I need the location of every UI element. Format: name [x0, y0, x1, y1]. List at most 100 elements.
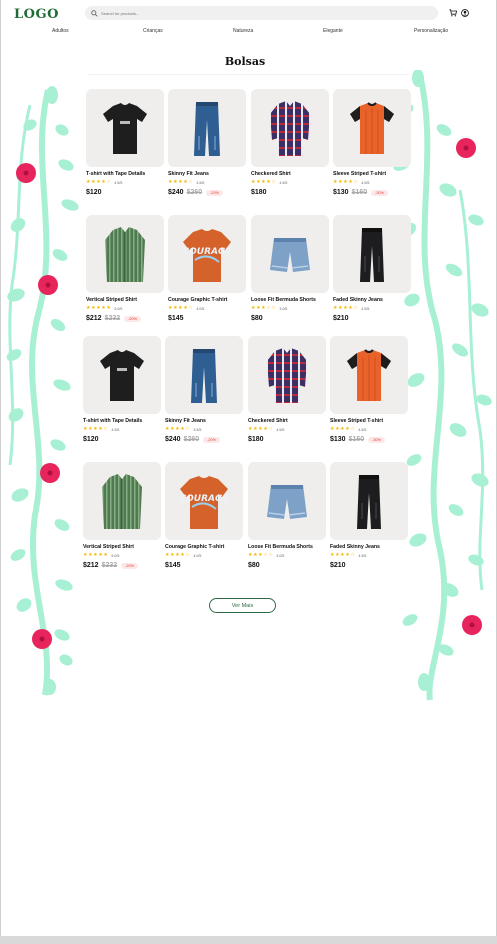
product-rating: ★★★★★ 5.0/5 — [86, 306, 164, 311]
product-name[interactable]: Faded Skinny Jeans — [330, 544, 408, 550]
product-prices: $210 — [330, 561, 408, 570]
product-prices: $120 — [83, 435, 161, 444]
star-rating-icon: ★★★★☆ — [83, 426, 109, 432]
product-card[interactable]: Vertical Striped Shirt ★★★★★ 5.0/5 $212 $2… — [86, 215, 164, 323]
svg-text:COURAGE: COURAGE — [180, 494, 230, 504]
product-rating: ★★★★☆ 4.5/5 — [248, 427, 326, 432]
product-card[interactable]: Checkered Shirt ★★★★☆ 4.5/5 $180 — [248, 336, 326, 444]
logo[interactable]: LOGO — [14, 7, 59, 22]
star-rating-icon: ★★★★☆ — [168, 305, 194, 311]
product-card[interactable]: Sleeve Striped T-shirt ★★★★☆ 4.5/5 $130 $1… — [333, 89, 411, 197]
product-image[interactable] — [333, 215, 411, 293]
product-name[interactable]: Vertical Striped Shirt — [86, 297, 164, 303]
star-rating-icon: ★★★★★ — [83, 552, 109, 558]
horizontal-scrollbar[interactable] — [0, 936, 497, 944]
product-name[interactable]: Loose Fit Bermuda Shorts — [248, 544, 326, 550]
product-card[interactable]: Vertical Striped Shirt ★★★★★ 5.0/5 $212 $2… — [83, 462, 161, 570]
product-image[interactable] — [333, 89, 411, 167]
nav-item-criancas[interactable]: Crianças — [143, 28, 163, 34]
product-card[interactable]: COURAGE Courage Graphic T-shirt ★★★★☆ 4.0… — [165, 462, 243, 570]
product-image[interactable] — [330, 336, 408, 414]
product-card[interactable]: Sleeve Striped T-shirt ★★★★☆ 4.5/5 $130 $1… — [330, 336, 408, 444]
product-price: $80 — [251, 315, 263, 322]
old-price: $160 — [351, 189, 368, 196]
rating-text: 5.0/5 — [114, 306, 123, 311]
product-card[interactable]: Faded Skinny Jeans ★★★★☆ 4.5/5 $210 — [330, 462, 408, 570]
product-card[interactable]: Skinny Fit Jeans ★★★★☆ 3.5/5 $240 $260 -20% — [165, 336, 243, 444]
rating-text: 4.5/5 — [358, 553, 367, 558]
product-name[interactable]: Loose Fit Bermuda Shorts — [251, 297, 329, 303]
product-image[interactable] — [86, 215, 164, 293]
product-image[interactable] — [248, 336, 326, 414]
product-card[interactable]: T-shirt with Tape Details ★★★★☆ 4.5/5 $12… — [83, 336, 161, 444]
product-price: $120 — [83, 436, 99, 443]
product-name[interactable]: Courage Graphic T-shirt — [165, 544, 243, 550]
product-price: $212 — [86, 315, 102, 322]
cart-icon[interactable] — [449, 9, 457, 17]
rating-text: 4.5/5 — [279, 180, 288, 185]
star-rating-icon: ★★★★☆ — [165, 552, 191, 558]
star-rating-icon: ★★★★★ — [86, 305, 112, 311]
product-card[interactable]: T-shirt with Tape Details ★★★★☆ 4.5/5 $12… — [86, 89, 164, 197]
product-prices: $212 $232 -20% — [86, 314, 164, 323]
header-icons — [449, 9, 469, 17]
load-more-button[interactable]: Ver Mais — [209, 598, 276, 613]
account-icon[interactable] — [461, 9, 469, 17]
product-card[interactable]: Loose Fit Bermuda Shorts ★★★☆☆ 3.0/5 $80 — [251, 215, 329, 323]
product-prices: $80 — [251, 314, 329, 323]
product-image[interactable] — [83, 336, 161, 414]
nav-item-elegante[interactable]: Elegante — [323, 28, 343, 34]
section-title: Bolsas — [224, 55, 266, 68]
product-price: $145 — [165, 562, 181, 569]
nav-item-adultos[interactable]: Adultos — [52, 28, 69, 34]
product-card[interactable]: COURAGE Courage Graphic T-shirt ★★★★☆ 4.0… — [168, 215, 246, 323]
rating-text: 3.5/5 — [193, 427, 202, 432]
search-input[interactable] — [101, 10, 401, 16]
product-image[interactable] — [251, 89, 329, 167]
nav-item-personalizacao[interactable]: Personalização — [414, 28, 448, 34]
discount-badge: -20% — [124, 315, 142, 322]
product-name[interactable]: Sleeve Striped T-shirt — [330, 418, 408, 424]
product-name[interactable]: Checkered Shirt — [248, 418, 326, 424]
product-name[interactable]: Checkered Shirt — [251, 171, 329, 177]
discount-badge: -20% — [203, 436, 221, 443]
title-divider — [87, 74, 410, 75]
product-rating: ★★★★☆ 4.0/5 — [168, 306, 246, 311]
nav-item-natureza[interactable]: Naturezа — [233, 28, 253, 34]
rating-text: 5.0/5 — [111, 553, 120, 558]
product-card[interactable]: Skinny Fit Jeans ★★★★☆ 3.5/5 $240 $260 -20% — [168, 89, 246, 197]
star-rating-icon: ★★★★☆ — [330, 552, 356, 558]
product-card[interactable]: Loose Fit Bermuda Shorts ★★★☆☆ 3.0/5 $80 — [248, 462, 326, 570]
product-image[interactable] — [251, 215, 329, 293]
star-rating-icon: ★★★★☆ — [168, 179, 194, 185]
product-image[interactable] — [83, 462, 161, 540]
product-prices: $212 $232 -20% — [83, 561, 161, 570]
rating-text: 4.5/5 — [358, 427, 367, 432]
rating-text: 4.0/5 — [196, 306, 205, 311]
old-price: $260 — [186, 189, 203, 196]
product-name[interactable]: Sleeve Striped T-shirt — [333, 171, 411, 177]
product-name[interactable]: T-shirt with Tape Details — [83, 418, 161, 424]
product-card[interactable]: Checkered Shirt ★★★★☆ 4.5/5 $180 — [251, 89, 329, 197]
product-name[interactable]: T-shirt with Tape Details — [86, 171, 164, 177]
product-name[interactable]: Faded Skinny Jeans — [333, 297, 411, 303]
discount-badge: -30% — [368, 436, 386, 443]
product-image[interactable] — [168, 89, 246, 167]
left-vine-decoration — [6, 86, 79, 696]
product-name[interactable]: Courage Graphic T-shirt — [168, 297, 246, 303]
product-card[interactable]: Faded Skinny Jeans ★★★★☆ 4.5/5 $210 — [333, 215, 411, 323]
product-rating: ★★★★★ 5.0/5 — [83, 553, 161, 558]
product-image[interactable] — [248, 462, 326, 540]
product-image[interactable] — [330, 462, 408, 540]
product-name[interactable]: Skinny Fit Jeans — [168, 171, 246, 177]
search-bar[interactable] — [85, 6, 438, 20]
product-image[interactable] — [86, 89, 164, 167]
product-image[interactable]: COURAGE — [165, 462, 243, 540]
product-price: $130 — [330, 436, 346, 443]
product-name[interactable]: Skinny Fit Jeans — [165, 418, 243, 424]
product-image[interactable] — [165, 336, 243, 414]
product-name[interactable]: Vertical Striped Shirt — [83, 544, 161, 550]
product-image[interactable]: COURAGE — [168, 215, 246, 293]
product-price: $130 — [333, 189, 349, 196]
product-rating: ★★★★☆ 4.5/5 — [333, 306, 411, 311]
